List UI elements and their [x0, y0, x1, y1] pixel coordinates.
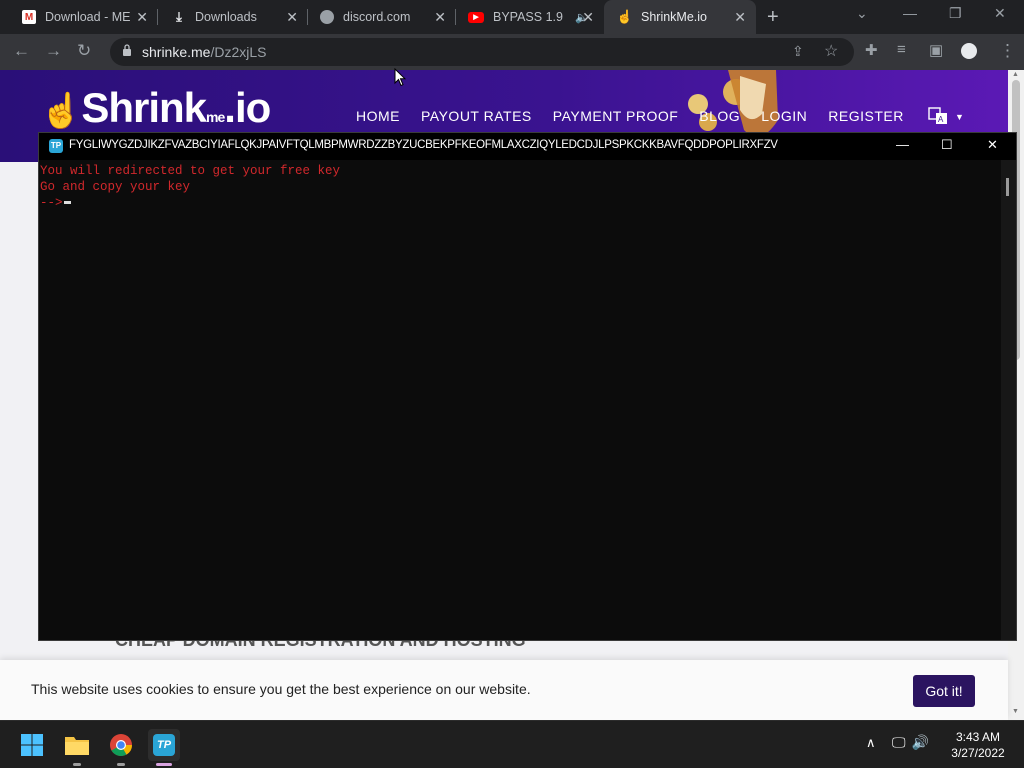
console-app-button[interactable]: TP: [148, 729, 180, 761]
lock-icon: [123, 44, 131, 56]
tab-discord[interactable]: discord.com ✕: [298, 0, 456, 34]
close-window-icon[interactable]: ✕: [994, 5, 1006, 22]
windows-icon: [21, 734, 43, 756]
console-title: FYGLIWYGZDJIKZFVAZBCIYIAFLQKJPAIVFTQLMBP…: [69, 139, 778, 151]
clock-time[interactable]: 3:43 AM: [940, 730, 1016, 744]
url-text: shrinke.me/Dz2xjLS: [142, 44, 267, 60]
new-tab-icon[interactable]: +: [767, 6, 779, 29]
nav-login[interactable]: LOGIN: [761, 108, 807, 124]
url-path: /Dz2xjLS: [210, 44, 267, 60]
logo-suffix: .io: [224, 84, 271, 131]
logo-text: Shrink: [81, 84, 207, 131]
close-tab-icon[interactable]: ✕: [434, 9, 446, 26]
tab-label: discord.com: [343, 10, 411, 24]
cookie-accept-button[interactable]: Got it!: [913, 675, 975, 707]
console-prompt-line: -->: [40, 195, 1000, 211]
cookie-text: This website uses cookies to ensure you …: [31, 681, 531, 697]
profile-avatar-icon[interactable]: [961, 43, 977, 59]
download-icon: ⤓: [176, 9, 182, 24]
back-icon[interactable]: ←: [13, 41, 30, 61]
language-icon[interactable]: A: [928, 106, 948, 126]
restore-icon[interactable]: ❐: [949, 5, 962, 22]
browser-toolbar: ← → ↻ shrinke.me/Dz2xjLS ⇪ ☆ ✚ ≡ ▣ ⋮: [0, 34, 1024, 70]
chevron-up-icon[interactable]: ∧: [866, 735, 876, 751]
cookie-banner: This website uses cookies to ensure you …: [0, 660, 1008, 720]
app-active-indicator: [156, 763, 172, 766]
close-tab-icon[interactable]: ✕: [286, 9, 298, 26]
scroll-up-icon[interactable]: ▲: [1012, 71, 1019, 78]
hand-icon: ☝: [40, 92, 82, 130]
taskbar: TP ∧ 🖵🔊 3:43 AM 3/27/2022: [0, 720, 1024, 768]
scroll-down-icon[interactable]: ▼: [1012, 708, 1019, 715]
chrome-button[interactable]: [105, 729, 137, 761]
clock-date[interactable]: 3/27/2022: [940, 746, 1016, 760]
console-titlebar[interactable]: TP FYGLIWYGZDJIKZFVAZBCIYIAFLQKJPAIVFTQL…: [39, 133, 1016, 160]
nav-home[interactable]: HOME: [356, 108, 400, 124]
tab-shrinkme[interactable]: ☝ ShrinkMe.io ✕: [604, 0, 756, 34]
console-output[interactable]: You will redirected to get your free key…: [40, 163, 1000, 639]
bookmark-star-icon[interactable]: ☆: [824, 41, 838, 61]
svg-text:A: A: [938, 115, 944, 124]
menu-kebab-icon[interactable]: ⋮: [999, 41, 1016, 61]
main-nav: HOME PAYOUT RATES PAYMENT PROOF BLOG LOG…: [356, 108, 904, 124]
minimize-icon[interactable]: —: [896, 137, 909, 152]
tab-downloads[interactable]: ⤓ Downloads ✕: [150, 0, 308, 34]
youtube-icon: ▶: [468, 11, 484, 23]
tab-label: ShrinkMe.io: [641, 10, 707, 24]
globe-icon: [320, 10, 334, 24]
app-running-indicator: [73, 763, 81, 766]
console-line: Go and copy your key: [40, 180, 191, 194]
address-bar[interactable]: shrinke.me/Dz2xjLS ⇪ ☆: [110, 38, 854, 66]
minimize-icon[interactable]: —: [903, 5, 917, 21]
folder-icon: [65, 737, 89, 755]
shrinkme-icon: ☝: [616, 9, 634, 24]
side-panel-icon[interactable]: ▣: [929, 41, 943, 59]
mouse-cursor-icon: [394, 68, 406, 87]
close-icon[interactable]: ✕: [987, 137, 998, 153]
text-cursor: [63, 201, 71, 205]
nav-payout-rates[interactable]: PAYOUT RATES: [421, 108, 532, 124]
tab-label: BYPASS 1.9: [493, 10, 563, 24]
tab-label: Download - ME: [45, 10, 131, 24]
start-button[interactable]: [16, 729, 48, 761]
logo-me: me: [206, 109, 225, 125]
forward-icon[interactable]: →: [45, 41, 62, 61]
tab-gmail[interactable]: M Download - ME ✕: [0, 0, 158, 34]
chrome-icon: [110, 734, 132, 756]
app-icon: TP: [49, 139, 63, 153]
volume-icon[interactable]: 🔊: [912, 734, 935, 750]
share-icon[interactable]: ⇪: [792, 43, 804, 60]
nav-register[interactable]: REGISTER: [828, 108, 904, 124]
close-tab-icon[interactable]: ✕: [136, 9, 148, 26]
chevron-down-icon[interactable]: ▼: [955, 112, 964, 122]
tab-search-icon[interactable]: ⌄: [856, 5, 868, 22]
maximize-icon[interactable]: ☐: [941, 137, 953, 153]
app-running-indicator: [117, 763, 125, 766]
tab-strip: M Download - ME ✕ ⤓ Downloads ✕ discord.…: [0, 0, 1024, 34]
close-tab-icon[interactable]: ✕: [734, 9, 746, 26]
console-line: You will redirected to get your free key: [40, 164, 341, 178]
file-explorer-button[interactable]: [61, 729, 93, 761]
extensions-icon[interactable]: ✚: [865, 41, 878, 59]
media-control-icon[interactable]: ≡: [897, 41, 906, 58]
console-scrollbar[interactable]: [1001, 160, 1016, 640]
tab-youtube[interactable]: ▶ BYPASS 1.9 🔈 ✕: [446, 0, 604, 34]
url-host: shrinke.me: [142, 44, 211, 60]
close-tab-icon[interactable]: ✕: [582, 9, 594, 26]
nav-payment-proof[interactable]: PAYMENT PROOF: [553, 108, 679, 124]
console-scroll-thumb[interactable]: [1006, 178, 1009, 196]
network-icon[interactable]: 🖵: [892, 734, 912, 750]
nav-blog[interactable]: BLOG: [699, 108, 740, 124]
console-window[interactable]: TP FYGLIWYGZDJIKZFVAZBCIYIAFLQKJPAIVFTQL…: [38, 132, 1017, 641]
reload-icon[interactable]: ↻: [77, 41, 91, 61]
console-prompt: -->: [40, 196, 63, 210]
site-logo[interactable]: ☝Shrinkme.io: [40, 84, 271, 132]
gmail-icon: M: [22, 10, 36, 24]
tab-label: Downloads: [195, 10, 257, 24]
system-tray[interactable]: 🖵🔊: [892, 734, 935, 751]
tp-app-icon: TP: [153, 734, 175, 756]
